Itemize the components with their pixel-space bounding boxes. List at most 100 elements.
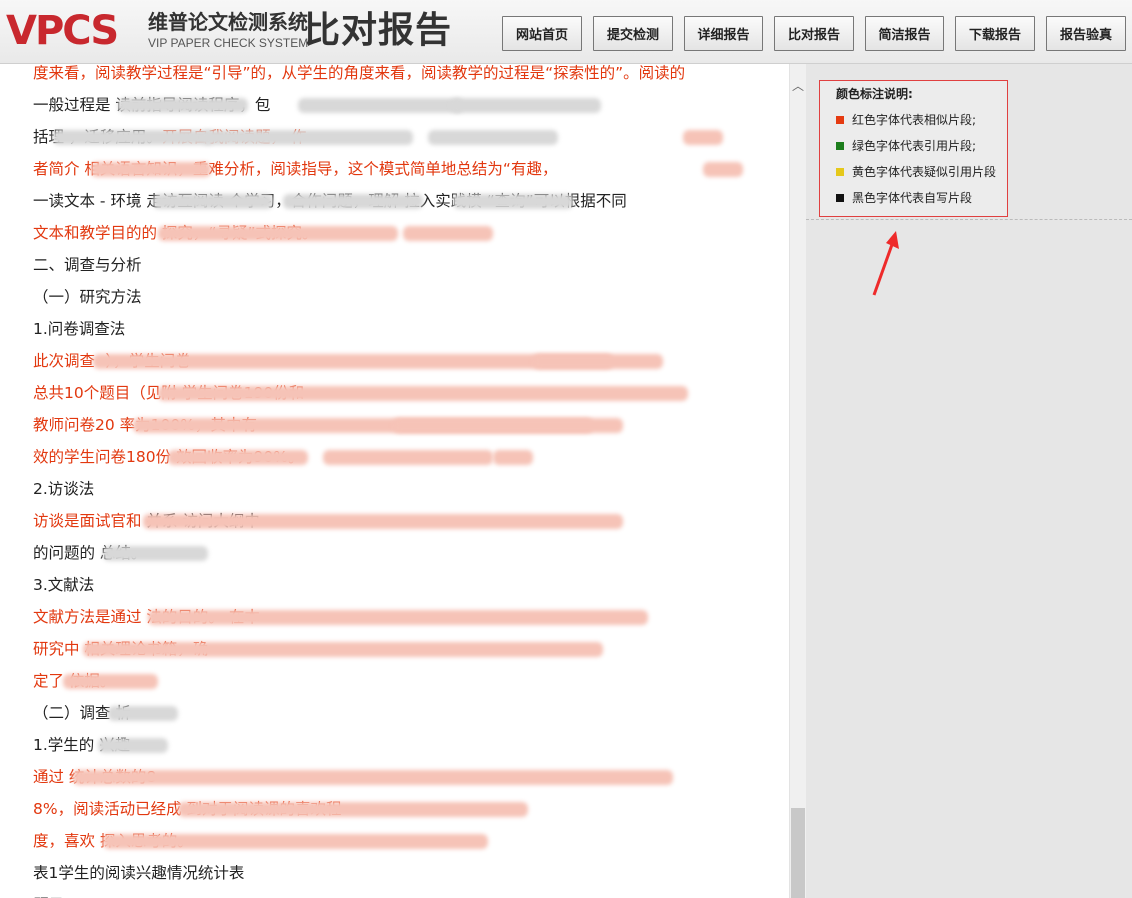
line-text: 二、调查与分析 bbox=[33, 256, 142, 274]
document-line: 3.文献法 bbox=[33, 569, 743, 601]
redaction-blur bbox=[143, 514, 623, 529]
line-text: 度来看，阅读教学过程是“引导”的，从学生的角度来看，阅读教学的过程是“探索性的”… bbox=[33, 64, 686, 82]
redaction-blur bbox=[148, 610, 648, 625]
document-line: 研究中 相关理论书籍，确 bbox=[33, 633, 743, 665]
logo-cn-name: 维普论文检测系统 bbox=[148, 10, 308, 34]
redaction-blur bbox=[428, 130, 558, 145]
document-line: 1.学生的 兴趣 bbox=[33, 729, 743, 761]
nav-download-report-button[interactable]: 下载报告 bbox=[955, 16, 1035, 51]
redaction-blur bbox=[91, 162, 211, 177]
redaction-blur bbox=[118, 98, 248, 113]
line-text: 表1学生的阅读兴趣情况统计表 bbox=[33, 864, 245, 882]
redaction-blur bbox=[283, 194, 423, 209]
color-legend: 颜色标注说明: 红色字体代表相似片段; 绿色字体代表引用片段; 黄色字体代表疑似… bbox=[819, 80, 1008, 217]
redaction-blur bbox=[403, 226, 493, 241]
legend-title: 颜色标注说明: bbox=[836, 87, 913, 101]
redaction-blur bbox=[298, 98, 463, 113]
legend-label: 黑色字体代表自写片段 bbox=[852, 191, 973, 205]
legend-label: 红色字体代表相似片段; bbox=[852, 113, 977, 127]
document-line: 访谈是面试官和 并系 访问大纲中 bbox=[33, 505, 743, 537]
document-line: 2.访谈法 bbox=[33, 473, 743, 505]
redaction-blur bbox=[103, 834, 488, 849]
line-text: 3.文献法 bbox=[33, 576, 95, 594]
legend-item-green: 绿色字体代表引用片段; bbox=[836, 137, 976, 154]
nav-brief-report-button[interactable]: 简洁报告 bbox=[865, 16, 944, 51]
legend-item-black: 黑色字体代表自写片段 bbox=[836, 189, 972, 206]
line-text: 访谈是面试官和 bbox=[33, 512, 147, 530]
document-line: 1.问卷调查法 bbox=[33, 313, 743, 345]
redaction-blur bbox=[153, 194, 273, 209]
redaction-blur bbox=[158, 386, 688, 401]
redaction-blur bbox=[323, 450, 493, 465]
document-line: 度来看，阅读教学过程是“引导”的，从学生的角度来看，阅读教学的过程是“探索性的”… bbox=[33, 64, 743, 89]
redaction-blur bbox=[103, 546, 208, 561]
red-square-icon bbox=[836, 115, 844, 124]
redaction-blur bbox=[203, 130, 413, 145]
document-text: 度来看，阅读教学过程是“引导”的，从学生的角度来看，阅读教学的过程是“探索性的”… bbox=[33, 64, 743, 898]
redaction-blur bbox=[493, 450, 533, 465]
divider bbox=[806, 219, 1132, 220]
line-text: （一）研究方法 bbox=[33, 288, 142, 306]
chevron-up-icon[interactable]: ︿ bbox=[792, 80, 804, 92]
legend-item-yellow: 黄色字体代表疑似引用片段 bbox=[836, 163, 996, 180]
document-line: 文本和教学目的的 探究，“寻疑”式探究。 bbox=[33, 217, 743, 249]
logo-en-name: VIP PAPER CHECK SYSTEM bbox=[148, 36, 309, 50]
redaction-blur bbox=[533, 354, 663, 369]
redaction-blur bbox=[158, 226, 398, 241]
document-line: 题目 bbox=[33, 889, 743, 898]
document-scrollbar[interactable]: ︿ bbox=[789, 64, 806, 898]
line-text: 2.访谈法 bbox=[33, 480, 95, 498]
yellow-square-icon bbox=[836, 167, 844, 176]
redaction-blur bbox=[73, 770, 673, 785]
document-line: 8%，阅读活动已经成 到对于阅读课的喜欢程 bbox=[33, 793, 743, 825]
nav-detail-report-button[interactable]: 详细报告 bbox=[684, 16, 763, 51]
redaction-blur bbox=[168, 450, 308, 465]
redaction-blur bbox=[108, 706, 178, 721]
header: VPCS 维普论文检测系统 VIP PAPER CHECK SYSTEM 比对报… bbox=[0, 0, 1132, 64]
document-line: 二、调查与分析 bbox=[33, 249, 743, 281]
document-pane[interactable]: 度来看，阅读教学过程是“引导”的，从学生的角度来看，阅读教学的过程是“探索性的”… bbox=[0, 64, 790, 898]
redaction-blur bbox=[98, 738, 168, 753]
legend-label: 黄色字体代表疑似引用片段 bbox=[852, 165, 997, 179]
report-title: 比对报告 bbox=[304, 10, 453, 51]
redaction-blur bbox=[683, 130, 723, 145]
legend-item-red: 红色字体代表相似片段; bbox=[836, 111, 976, 128]
document-line: 表1学生的阅读兴趣情况统计表 bbox=[33, 857, 743, 889]
redaction-blur bbox=[453, 194, 573, 209]
redaction-blur bbox=[178, 802, 528, 817]
document-line: 通过 统计总数的8 bbox=[33, 761, 743, 793]
document-line: （一）研究方法 bbox=[33, 281, 743, 313]
nav-compare-report-button[interactable]: 比对报告 bbox=[774, 16, 854, 51]
line-text: 1.问卷调查法 bbox=[33, 320, 126, 338]
document-line: 者简介 相关语言知识，重难分析，阅读指导，这个模式简单地总结为“有趣， bbox=[33, 153, 743, 185]
redaction-blur bbox=[83, 642, 603, 657]
redaction-blur bbox=[53, 130, 213, 145]
document-line: 总共10个题目（见附 学生问卷190份和 bbox=[33, 377, 743, 409]
logo-vpcs: VPCS bbox=[6, 8, 119, 54]
document-line: （二）调查 析 bbox=[33, 697, 743, 729]
document-line: 定了 依据。 bbox=[33, 665, 743, 697]
redaction-blur bbox=[703, 162, 743, 177]
document-line: 此次调查 -），学生问卷 bbox=[33, 345, 743, 377]
arrow-up-icon bbox=[872, 231, 899, 296]
nav-home-button[interactable]: 网站首页 bbox=[502, 16, 582, 51]
scroll-thumb[interactable] bbox=[791, 808, 805, 898]
redaction-blur bbox=[63, 674, 158, 689]
top-nav: 网站首页 提交检测 详细报告 比对报告 简洁报告 下载报告 报告验真 bbox=[502, 16, 1126, 51]
green-square-icon bbox=[836, 141, 844, 150]
legend-label: 绿色字体代表引用片段; bbox=[852, 139, 977, 153]
document-line: 的问题的 总结。 bbox=[33, 537, 743, 569]
document-line: 一般过程是 读前指导阅读程序，包 bbox=[33, 89, 743, 121]
logo[interactable]: VPCS 维普论文检测系统 VIP PAPER CHECK SYSTEM 比对报… bbox=[6, 6, 476, 56]
document-line: 括理 ，迁移应用。开展自我阅读题， 作 bbox=[33, 121, 743, 153]
nav-submit-button[interactable]: 提交检测 bbox=[593, 16, 673, 51]
redaction-blur bbox=[393, 418, 623, 433]
document-line: 度，喜欢 探入思考的。 bbox=[33, 825, 743, 857]
black-square-icon bbox=[836, 193, 844, 202]
document-line: 效的学生问卷180份 效回收率为90%。 bbox=[33, 441, 743, 473]
redaction-blur bbox=[451, 98, 601, 113]
nav-verify-report-button[interactable]: 报告验真 bbox=[1046, 16, 1126, 51]
side-panel: 颜色标注说明: 红色字体代表相似片段; 绿色字体代表引用片段; 黄色字体代表疑似… bbox=[806, 64, 1132, 898]
document-line: 文献方法是通过 法的目的。 在本 bbox=[33, 601, 743, 633]
document-line: 一读文本 - 环境 走访互阅读 个学习，合作问题，理解 拉入实践模 “查询”可以… bbox=[33, 185, 743, 217]
